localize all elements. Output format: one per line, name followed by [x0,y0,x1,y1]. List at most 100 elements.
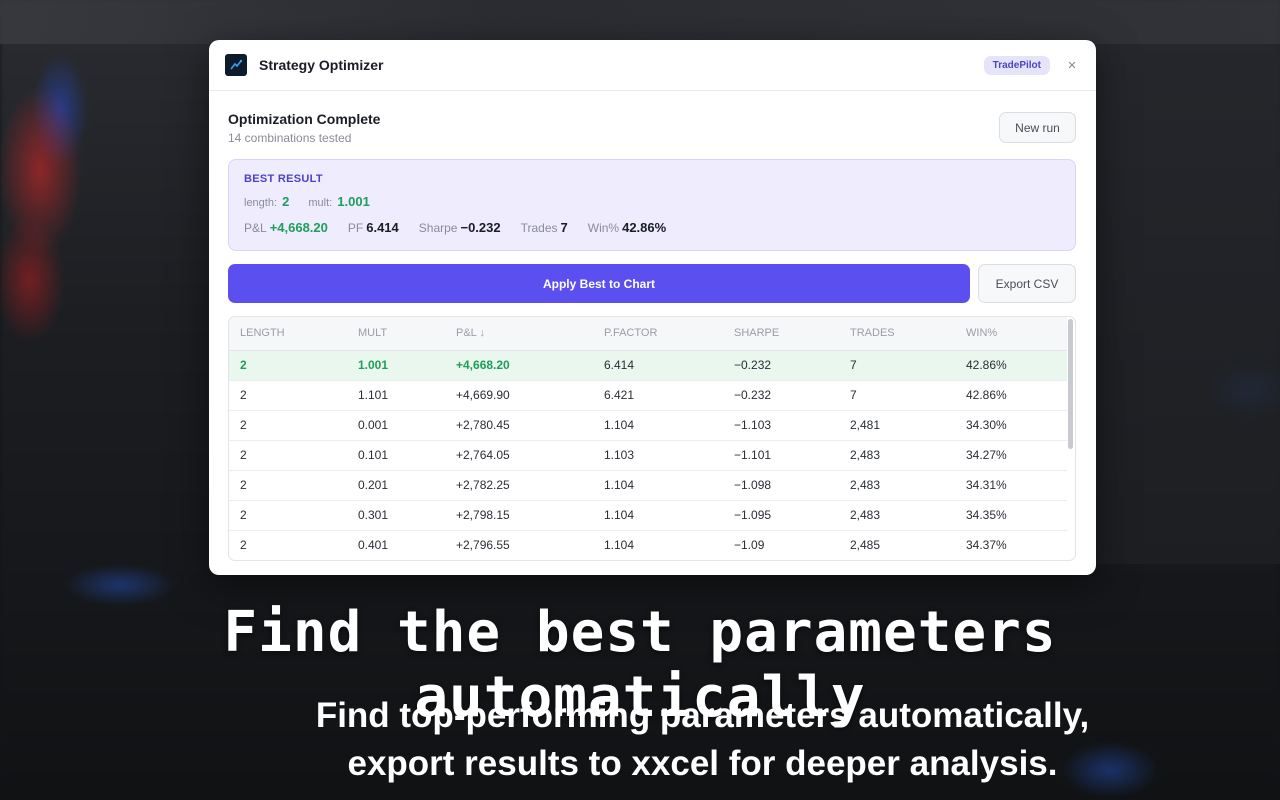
close-icon[interactable]: × [1064,57,1080,74]
cell: 1.104 [593,470,723,501]
cell: 2,481 [839,410,955,441]
background-toolbar [0,0,1280,44]
cell: 1.104 [593,410,723,441]
cell: −0.232 [723,380,839,411]
metric-pf: PF 6.414 [348,220,399,235]
cell: 34.31% [955,470,1067,501]
sharpe-value: −0.232 [460,220,501,235]
cell: −1.098 [723,470,839,501]
mult-value: 1.001 [337,194,370,209]
best-metrics: P&L +4,668.20 PF 6.414 Sharpe −0.232 Trades… [244,220,1060,235]
dialog-title: Strategy Optimizer [259,57,384,73]
col-pnl[interactable]: P&L ↓ [445,317,593,351]
best-result-card: BEST RESULT length: 2 mult: 1.001 P&L +4,… [228,159,1076,251]
cell: +2,782.25 [445,470,593,501]
win-label: Win% [587,221,620,235]
promo-subline: Find top-performing parameters automatic… [0,692,1280,788]
cell: 2,483 [839,470,955,501]
cell: 2 [229,350,347,381]
promo-subline-1: Find top-performing parameters automatic… [315,696,1090,735]
cell: 0.101 [347,440,445,471]
length-label: length: [244,197,278,209]
cell: 2,485 [839,530,955,560]
strategy-optimizer-dialog: Strategy Optimizer TradePilot × Optimiza… [209,40,1096,575]
cell: +2,780.45 [445,410,593,441]
metric-win: Win% 42.86% [588,220,666,235]
cell: 2 [229,410,347,441]
cell: −1.095 [723,500,839,531]
cell: 6.414 [593,350,723,381]
metric-sharpe: Sharpe −0.232 [419,220,501,235]
pf-value: 6.414 [366,220,399,235]
metric-trades: Trades 7 [521,220,568,235]
cell: 1.001 [347,350,445,381]
cell: 34.30% [955,410,1067,441]
cell: 1.103 [593,440,723,471]
cell: 6.421 [593,380,723,411]
pnl-label: P&L [244,221,267,235]
cell: 2 [229,440,347,471]
best-result-label: BEST RESULT [244,173,323,185]
apply-best-button[interactable]: Apply Best to Chart [228,264,970,303]
cell: 0.201 [347,470,445,501]
new-run-button[interactable]: New run [999,112,1076,143]
pf-label: PF [347,221,364,235]
col-trades[interactable]: TRADES [839,317,955,351]
cell: −1.103 [723,410,839,441]
promo-subline-2: export results to xxcel for deeper analy… [347,744,1058,783]
table-row[interactable]: 2 0.001 +2,780.45 1.104 −1.103 2,481 34.… [229,410,1067,441]
status-title: Optimization Complete [228,111,381,127]
table-row-best[interactable]: 2 1.001 +4,668.20 6.414 −0.232 7 42.86% [229,350,1067,381]
cell: 34.27% [955,440,1067,471]
dialog-header: Strategy Optimizer TradePilot × [209,40,1096,91]
table-row[interactable]: 2 0.201 +2,782.25 1.104 −1.098 2,483 34.… [229,470,1067,501]
cell: −1.09 [723,530,839,560]
table-row[interactable]: 2 1.101 +4,669.90 6.421 −0.232 7 42.86% [229,380,1067,411]
table-row[interactable]: 2 0.101 +2,764.05 1.103 −1.101 2,483 34.… [229,440,1067,471]
trades-label: Trades [520,221,558,235]
cell: 1.104 [593,500,723,531]
cell: 2 [229,500,347,531]
col-length[interactable]: LENGTH [229,317,347,351]
pnl-value: +4,668.20 [269,220,328,235]
cell: 2 [229,530,347,560]
dialog-body: Optimization Complete 14 combinations te… [209,91,1096,561]
cell: 42.86% [955,350,1067,381]
action-row: Apply Best to Chart Export CSV [228,264,1076,303]
cell: 42.86% [955,380,1067,411]
col-sharpe[interactable]: SHARPE [723,317,839,351]
cell: 34.35% [955,500,1067,531]
col-pfactor[interactable]: P.FACTOR [593,317,723,351]
status-subtitle: 14 combinations tested [228,131,352,145]
win-value: 42.86% [622,220,667,235]
cell: 7 [839,380,955,411]
col-win[interactable]: WIN% [955,317,1067,351]
trades-value: 7 [560,220,568,235]
table-scrollbar[interactable] [1068,319,1073,449]
background-side-panel [1095,44,1280,564]
brand-badge: TradePilot [983,55,1050,75]
export-csv-button[interactable]: Export CSV [978,264,1076,303]
cell: 34.37% [955,530,1067,560]
cell: 2 [229,380,347,411]
cell: +4,669.90 [445,380,593,411]
table-row[interactable]: 2 0.401 +2,796.55 1.104 −1.09 2,485 34.3… [229,530,1067,560]
cell: 7 [839,350,955,381]
mult-label: mult: [308,197,333,209]
cell: 0.001 [347,410,445,441]
cell: 0.301 [347,500,445,531]
cell: +4,668.20 [445,350,593,381]
cell: +2,798.15 [445,500,593,531]
table-row[interactable]: 2 0.301 +2,798.15 1.104 −1.095 2,483 34.… [229,500,1067,531]
best-params: length: 2 mult: 1.001 [244,194,1060,209]
metric-pnl: P&L +4,668.20 [244,220,328,235]
cell: +2,764.05 [445,440,593,471]
cell: −0.232 [723,350,839,381]
cell: 1.101 [347,380,445,411]
results-table[interactable]: LENGTH MULT P&L ↓ P.FACTOR SHARPE TRADES… [228,316,1076,561]
cell: +2,796.55 [445,530,593,560]
col-mult[interactable]: MULT [347,317,445,351]
app-logo-icon [225,54,247,76]
cell: 0.401 [347,530,445,560]
cell: 2 [229,470,347,501]
